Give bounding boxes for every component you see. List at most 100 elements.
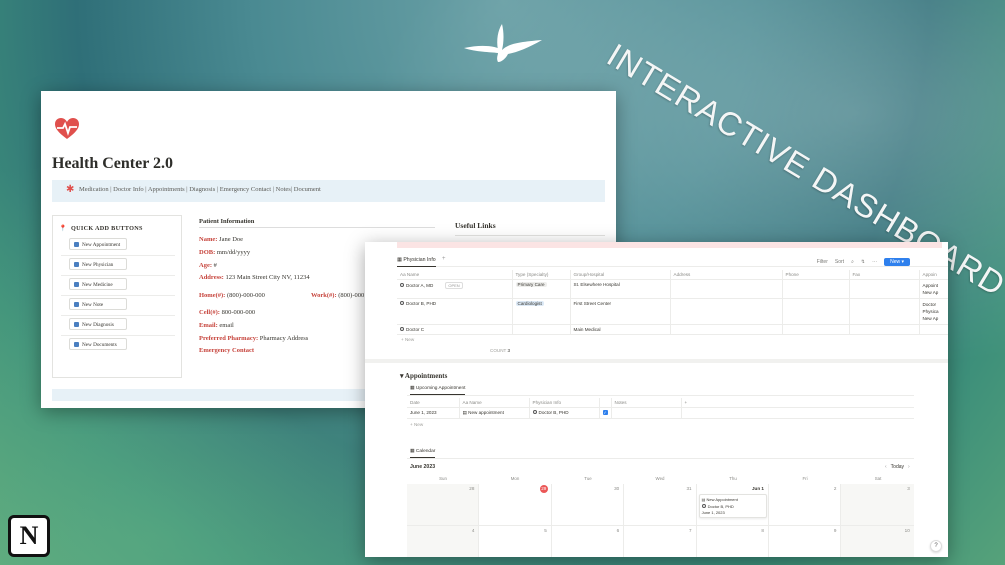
person-icon xyxy=(400,327,404,331)
database-page: ▦ Physician Info + Filter Sort ⌕ ↯ ··· N… xyxy=(365,242,948,557)
calendar-day[interactable]: 31 xyxy=(624,484,697,526)
calendar-day[interactable]: 10 xyxy=(841,526,914,557)
search-icon[interactable]: ⌕ xyxy=(851,259,854,265)
section-divider xyxy=(365,359,948,363)
column-header[interactable]: Appoin xyxy=(919,270,948,280)
emergency-contact-link[interactable]: Emergency Contact xyxy=(199,347,254,354)
calendar-day[interactable]: Jun 1 ▤ New Appointment Doctor B, PHD Ju… xyxy=(696,484,769,526)
nav-links[interactable]: Medication | Doctor Info | Appointments … xyxy=(79,186,321,193)
nav-callout: ✱ Medication | Doctor Info | Appointment… xyxy=(52,180,605,202)
specialty-tag: Primary Care xyxy=(515,281,547,287)
pencil-icon xyxy=(74,322,79,327)
calendar-day[interactable]: 8 xyxy=(697,526,769,557)
calendar-day[interactable]: 4 xyxy=(407,526,480,557)
divider xyxy=(61,315,175,316)
new-physician-button[interactable]: New Physician xyxy=(69,258,127,270)
column-header[interactable]: Aa Name xyxy=(397,270,513,280)
quick-add-panel: 📍 QUICK ADD BUTTONS New Appointment New P… xyxy=(52,215,182,378)
page-title: Health Center 2.0 xyxy=(52,155,174,172)
weekday-label: Thu xyxy=(729,476,737,481)
patient-address: Address: 123 Main Street City NV, 11234 xyxy=(199,274,310,281)
document-icon xyxy=(74,342,79,347)
more-icon[interactable]: ··· xyxy=(872,259,877,265)
calendar-month: June 2023 xyxy=(410,464,436,470)
calendar-icon xyxy=(74,242,79,247)
patient-info-heading: Patient Information xyxy=(199,218,435,228)
chevron-left-icon[interactable]: ‹ xyxy=(885,464,887,470)
patient-cell-phone: Cell(#): 800-000-000 xyxy=(199,309,256,316)
divider xyxy=(407,458,914,459)
weekday-label: Sun xyxy=(439,476,447,481)
column-header[interactable]: Aa Name xyxy=(459,398,530,408)
open-button[interactable]: OPEN xyxy=(445,281,463,289)
patient-pharmacy: Preferred Pharmacy: Pharmacy Address xyxy=(199,335,309,342)
new-documents-button[interactable]: New Documents xyxy=(69,338,127,350)
appointments-table: Date Aa Name Physician Info Notes + June… xyxy=(407,398,914,419)
new-record-button[interactable]: New ▾ xyxy=(884,258,910,266)
today-marker: 29 xyxy=(539,485,548,493)
sort-button[interactable]: Sort xyxy=(835,259,844,265)
new-medicine-button[interactable]: New Medicine xyxy=(69,278,127,290)
divider xyxy=(61,295,175,296)
add-column-button[interactable]: + xyxy=(681,398,914,408)
db-toolbar: Filter Sort ⌕ ↯ ··· New ▾ xyxy=(817,258,910,266)
calendar-day[interactable]: 30 xyxy=(551,484,625,526)
patient-dob: DOB: mm/dd/yyyy xyxy=(199,249,251,256)
person-icon xyxy=(701,504,706,508)
column-header[interactable]: Date xyxy=(407,398,460,408)
column-header[interactable]: Notes xyxy=(611,398,682,408)
add-row-button[interactable]: + New xyxy=(401,337,414,342)
calendar-day[interactable]: 28 xyxy=(407,484,480,526)
patient-name: Name: Jane Doe xyxy=(199,236,244,243)
new-note-button[interactable]: New Note xyxy=(69,298,127,310)
today-button[interactable]: Today xyxy=(891,464,904,470)
calendar-day[interactable]: 3 xyxy=(841,484,914,526)
notion-logo: N xyxy=(8,515,50,557)
new-diagnosis-button[interactable]: New Diagnosis xyxy=(69,318,127,330)
column-header[interactable]: Type (Specialty) xyxy=(512,270,571,280)
calendar-day[interactable]: 7 xyxy=(624,526,697,557)
column-header[interactable]: Group/Hospital xyxy=(570,270,671,280)
patient-age: Age: # xyxy=(199,262,217,269)
calendar-day[interactable]: 9 xyxy=(769,526,842,557)
calendar-day[interactable]: 29 xyxy=(479,484,552,526)
table-row[interactable]: Doctor B, PHD Cardiologist First Street … xyxy=(397,298,948,325)
column-header[interactable]: Phone xyxy=(782,270,850,280)
table-row[interactable]: June 1, 2023 ▤ New appointment Doctor B,… xyxy=(407,407,914,419)
asterisk-icon: ✱ xyxy=(66,184,75,195)
appointments-heading[interactable]: ▾ Appointments xyxy=(400,372,447,380)
checkbox[interactable]: ✓ xyxy=(602,409,608,415)
patient-home-phone: Home(#): (800)-000-000 xyxy=(199,292,265,299)
help-button[interactable]: ? xyxy=(930,540,942,552)
add-row-button[interactable]: + New xyxy=(410,422,423,427)
column-header[interactable]: Physician Info xyxy=(529,398,600,408)
divider xyxy=(407,395,914,396)
automation-icon[interactable]: ↯ xyxy=(861,259,865,265)
add-view-icon[interactable]: + xyxy=(442,256,446,262)
chevron-right-icon[interactable]: › xyxy=(908,464,910,470)
dove-icon xyxy=(464,24,542,62)
specialty-tag: Cardiologist xyxy=(515,300,544,306)
column-header[interactable]: Address xyxy=(670,270,783,280)
weekday-label: Wed xyxy=(655,476,665,481)
filter-button[interactable]: Filter xyxy=(817,259,828,265)
column-header[interactable] xyxy=(599,398,612,408)
new-appointment-button[interactable]: New Appointment xyxy=(69,238,127,250)
table-row[interactable]: Doctor A, MD OPEN Primary Care St. Elsewh… xyxy=(397,279,948,299)
tab-physician-info[interactable]: ▦ Physician Info xyxy=(397,257,436,267)
note-icon xyxy=(74,302,79,307)
stethoscope-icon xyxy=(74,262,79,267)
calendar-nav: ‹ Today › xyxy=(881,464,914,470)
table-row[interactable]: Doctor C Main Medical xyxy=(397,324,948,335)
calendar-day[interactable]: 2 xyxy=(769,484,842,526)
patient-email: Email: email xyxy=(199,322,234,329)
pill-icon xyxy=(74,282,79,287)
tab-upcoming-appointment[interactable]: ▦ Upcoming Appointment xyxy=(410,386,466,395)
calendar-day[interactable]: 5 xyxy=(479,526,552,557)
callout-strip xyxy=(397,242,942,248)
patient-work-phone: Work(#): (800)-000 xyxy=(311,292,365,299)
event-card[interactable]: ▤ New Appointment Doctor B, PHD June 1, … xyxy=(698,494,767,518)
column-header[interactable]: Fax xyxy=(849,270,920,280)
calendar-day[interactable]: 6 xyxy=(552,526,625,557)
tab-calendar[interactable]: ▦ Calendar xyxy=(410,449,436,458)
